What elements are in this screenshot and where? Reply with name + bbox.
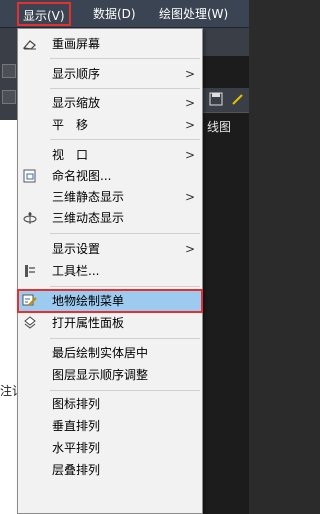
save-icon[interactable] <box>209 92 223 106</box>
menu-separator <box>50 390 200 391</box>
menu-item-3d-static[interactable]: 三维静态显示 > <box>18 186 202 208</box>
eraser-icon <box>22 40 36 50</box>
menu-separator <box>50 139 200 140</box>
menu-item-label: 层叠排列 <box>52 463 101 477</box>
orbit-icon <box>23 212 37 224</box>
menu-draw-process[interactable]: 绘图处理(W) <box>159 5 228 23</box>
submenu-arrow-icon: > <box>185 67 196 81</box>
side-panel <box>0 120 17 514</box>
menu-item-label: 图标排列 <box>52 397 101 411</box>
menu-item-display-settings[interactable]: 显示设置 > <box>18 238 202 260</box>
menu-separator <box>50 286 200 287</box>
menu-item-named-view[interactable]: 命名视图... <box>18 165 202 187</box>
menu-item-label: 三维静态显示 <box>52 190 125 204</box>
menu-item-zoom[interactable]: 显示缩放 > <box>18 92 202 114</box>
menu-item-layer-order[interactable]: 图层显示顺序调整 <box>18 364 202 386</box>
menu-separator <box>50 88 200 89</box>
submenu-arrow-icon: > <box>185 148 196 162</box>
menu-item-label: 命名视图... <box>52 169 112 183</box>
menu-item-label: 三维动态显示 <box>52 211 125 225</box>
menu-data[interactable]: 数据(D) <box>93 5 136 23</box>
menu-separator <box>50 58 200 59</box>
menu-item-label: 视 口 <box>52 148 89 162</box>
submenu-arrow-icon: > <box>185 96 196 110</box>
submenu-arrow-icon: > <box>185 118 196 132</box>
toolbar-icon <box>25 265 35 277</box>
toolbar-button[interactable] <box>2 64 16 78</box>
canvas-label: 线图 <box>207 120 232 134</box>
menu-item-arrange-icons[interactable]: 图标排列 <box>18 393 202 415</box>
menu-item-label: 工具栏... <box>52 264 100 278</box>
menu-item-tile-vertical[interactable]: 垂直排列 <box>18 415 202 437</box>
menu-item-label: 打开属性面板 <box>52 316 125 330</box>
menu-item-pan[interactable]: 平 移 > <box>18 114 202 136</box>
menu-item-3d-dynamic[interactable]: 三维动态显示 <box>18 207 202 229</box>
menu-item-label: 重画屏幕 <box>52 37 101 51</box>
submenu-arrow-icon: > <box>185 242 196 256</box>
menu-item-feature-draw-menu[interactable]: 地物绘制菜单 <box>17 289 203 313</box>
menubar: 显示(V) 数据(D) 绘图处理(W) <box>0 0 249 28</box>
menu-item-display-order[interactable]: 显示顺序 > <box>18 63 202 85</box>
properties-icon <box>24 316 36 329</box>
menu-separator <box>50 338 200 339</box>
menu-item-label: 最后绘制实体居中 <box>52 346 149 360</box>
menu-item-label: 地物绘制菜单 <box>52 294 125 308</box>
menu-item-viewport[interactable]: 视 口 > <box>18 144 202 166</box>
menu-item-label: 垂直排列 <box>52 419 101 433</box>
pencil-icon[interactable] <box>231 92 245 106</box>
menu-item-label: 水平排列 <box>52 441 101 455</box>
canvas-toolbar <box>203 88 249 113</box>
menu-item-cascade[interactable]: 层叠排列 <box>18 459 202 481</box>
menu-item-label: 显示顺序 <box>52 67 101 81</box>
toolbar-button[interactable] <box>2 90 16 104</box>
drawing-canvas[interactable]: 线图 <box>203 28 249 514</box>
feature-draw-icon <box>22 294 37 306</box>
menu-item-toolbars[interactable]: 工具栏... <box>18 260 202 282</box>
named-view-icon <box>23 169 36 183</box>
menu-item-redraw[interactable]: 重画屏幕 <box>18 33 202 55</box>
menu-separator <box>50 233 200 234</box>
menu-item-label: 显示设置 <box>52 242 101 256</box>
view-menu: 重画屏幕 显示顺序 > 显示缩放 > 平 移 > 视 口 > 命名视图... 三… <box>17 28 203 514</box>
menu-view[interactable]: 显示(V) <box>17 2 71 26</box>
menu-item-center-last-entity[interactable]: 最后绘制实体居中 <box>18 342 202 364</box>
submenu-arrow-icon: > <box>185 190 196 204</box>
menu-item-tile-horizontal[interactable]: 水平排列 <box>18 437 202 459</box>
menu-item-label: 平 移 <box>52 118 89 132</box>
menu-item-label: 图层显示顺序调整 <box>52 368 149 382</box>
menu-item-open-properties[interactable]: 打开属性面板 <box>18 312 202 334</box>
menu-item-label: 显示缩放 <box>52 96 101 110</box>
doc-tab-strip <box>203 28 249 56</box>
